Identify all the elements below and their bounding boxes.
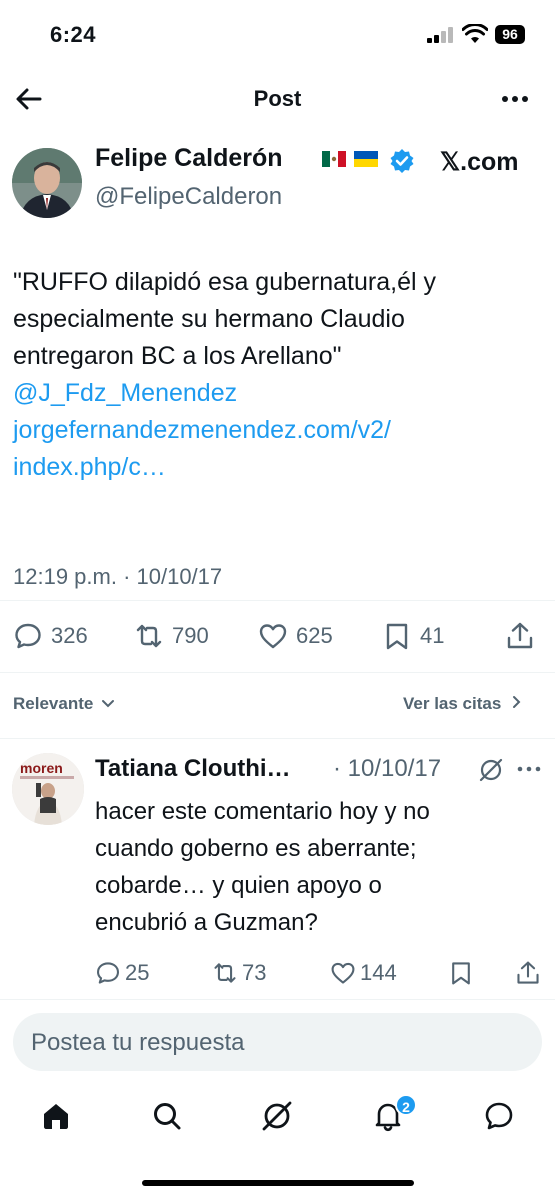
battery-indicator: 96: [495, 25, 525, 44]
mexico-flag-icon: [322, 151, 346, 167]
reply-item[interactable]: moren Tatiana Clouthi… · 10/10/17 hacer …: [0, 745, 555, 1000]
tab-messages[interactable]: [483, 1100, 515, 1132]
repost-count: 790: [172, 623, 209, 648]
post-actions: 326 790 625 41: [0, 614, 555, 658]
reply-reply-count: 25: [125, 960, 150, 985]
article-link[interactable]: jorgefernandezmenendez.com/v2/: [13, 412, 543, 449]
reply-text: hacer este comentario hoy y no cuando go…: [95, 793, 545, 941]
bookmark-icon: [386, 623, 408, 650]
share-button[interactable]: [505, 614, 535, 658]
home-indicator: [142, 1180, 414, 1186]
post-text-line: entregaron BC a los Arellano": [13, 342, 342, 370]
bookmark-icon: [452, 962, 470, 985]
avatar-text: moren: [20, 760, 63, 776]
reply-text-line: encubrió a Guzman?: [95, 909, 318, 936]
reply-actions: 25 73 144: [0, 955, 555, 991]
share-icon: [507, 622, 533, 649]
reply-bookmark-button[interactable]: [448, 955, 474, 991]
heart-icon: [331, 962, 355, 984]
divider: [0, 738, 555, 739]
reply-author-name[interactable]: Tatiana Clouthi…: [95, 755, 291, 783]
search-icon: [154, 1103, 181, 1130]
post-text-line: especialmente su hermano Claudio: [13, 305, 405, 333]
wifi-icon: [462, 24, 488, 43]
author-name[interactable]: Felipe Calderón: [95, 144, 283, 173]
verified-badge-icon: [390, 149, 414, 173]
author-handle[interactable]: @FelipeCalderon: [95, 183, 282, 211]
divider: [0, 600, 555, 601]
post-timestamp: 12:19 p.m. · 10/10/17: [13, 564, 223, 589]
chevron-down-icon: [102, 700, 115, 708]
reply-text-line: hacer este comentario hoy y no: [95, 798, 430, 825]
page-title: Post: [253, 86, 302, 111]
tab-search[interactable]: [151, 1100, 183, 1132]
compose-placeholder: Postea tu respuesta: [31, 1029, 245, 1056]
reply-repost-button[interactable]: 73: [212, 955, 266, 991]
grok-icon: [262, 1101, 292, 1131]
reply-repost-count: 73: [242, 960, 267, 985]
notifications-badge: 2: [395, 1094, 417, 1116]
post-text: "RUFFO dilapidó esa gubernatura,él y esp…: [13, 264, 543, 486]
reply-more-icon[interactable]: [516, 759, 542, 779]
chevron-right-icon: [513, 696, 521, 708]
article-link-continued[interactable]: index.php/c…: [13, 449, 543, 486]
reply-reply-button[interactable]: 25: [95, 955, 149, 991]
mention-link[interactable]: @J_Fdz_Menendez: [13, 375, 543, 412]
repost-button[interactable]: 790: [134, 614, 209, 658]
bookmark-button[interactable]: 41: [382, 614, 444, 658]
tab-home[interactable]: [40, 1100, 72, 1132]
reply-icon: [96, 962, 120, 984]
view-quotes-link[interactable]: Ver las citas: [403, 694, 522, 714]
bottom-tab-bar: [0, 1088, 555, 1148]
like-count: 625: [296, 623, 333, 648]
reply-text-line: cuando goberno es aberrante;: [95, 835, 417, 862]
share-icon: [517, 961, 539, 984]
status-time: 6:24: [50, 22, 97, 47]
ukraine-flag-icon: [354, 151, 378, 167]
sort-label: Relevante: [13, 694, 94, 713]
post-author: Felipe Calderón 𝕏.com @FelipeCalderon: [0, 140, 555, 230]
reply-like-button[interactable]: 144: [330, 955, 397, 991]
divider: [0, 672, 555, 673]
more-icon[interactable]: [498, 84, 532, 114]
reply-like-count: 144: [360, 960, 397, 985]
reply-count: 326: [51, 623, 88, 648]
replies-sort-row: Relevante Ver las citas: [0, 688, 555, 722]
like-button[interactable]: 625: [258, 614, 333, 658]
signal-icon: [427, 27, 455, 43]
reply-compose-field[interactable]: Postea tu respuesta: [13, 1013, 542, 1071]
tab-grok[interactable]: [261, 1100, 293, 1132]
status-bar: 6:24 96: [0, 0, 555, 70]
chat-icon: [485, 1102, 513, 1130]
reply-button[interactable]: 326: [13, 614, 88, 658]
divider: [0, 999, 555, 1000]
repost-icon: [136, 624, 162, 648]
top-nav: Post: [0, 70, 555, 128]
view-quotes-label: Ver las citas: [403, 694, 502, 713]
home-icon: [44, 1104, 68, 1129]
grok-icon[interactable]: [478, 757, 504, 783]
heart-icon: [259, 624, 287, 649]
repost-icon: [214, 963, 236, 983]
post-text-line: "RUFFO dilapidó esa gubernatura,él y: [13, 268, 436, 296]
author-avatar[interactable]: [12, 148, 82, 218]
reply-avatar[interactable]: moren: [12, 753, 84, 825]
x-com-watermark: 𝕏.com: [440, 148, 519, 176]
reply-date: · 10/10/17: [333, 755, 442, 782]
bookmark-count: 41: [420, 623, 445, 648]
reply-icon: [15, 623, 41, 649]
reply-share-button[interactable]: [515, 955, 541, 991]
reply-text-line: cobarde… y quien apoyo o: [95, 872, 382, 899]
sort-dropdown[interactable]: Relevante: [13, 694, 115, 714]
